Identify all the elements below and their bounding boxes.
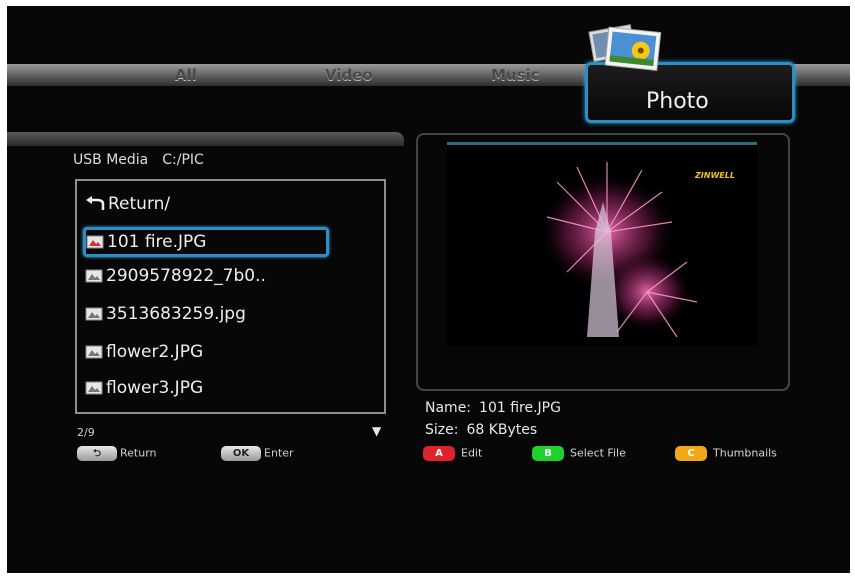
return-key-icon: ⮌	[77, 446, 117, 461]
file-list[interactable]: Return/ 101 fire.JPG 2909578922_7b0.. 35…	[75, 179, 386, 414]
c-key-icon: C	[675, 446, 707, 461]
file-size-line: Size: 68 KBytes	[425, 422, 537, 438]
path-label: C:/PIC	[162, 152, 204, 168]
thumbnails-button[interactable]: C Thumbnails	[675, 446, 777, 461]
page-counter: 2/9	[77, 426, 95, 439]
file-panel-header	[7, 132, 404, 146]
list-item-selected[interactable]: 101 fire.JPG	[83, 227, 329, 257]
list-item[interactable]: flower3.JPG	[85, 373, 203, 403]
list-item[interactable]: 2909578922_7b0..	[85, 261, 266, 291]
tab-all[interactable]: All	[175, 64, 197, 86]
list-item-label: Return/	[108, 194, 171, 214]
photo-stack-icon	[588, 24, 662, 71]
edit-button[interactable]: A Edit	[423, 446, 482, 461]
return-hint: ⮌ Return	[77, 446, 157, 461]
b-key-icon: B	[532, 446, 564, 461]
list-item-label: 101 fire.JPG	[107, 232, 207, 252]
photo-file-icon	[86, 235, 104, 249]
preview-image: ZINWELL	[447, 142, 757, 346]
photo-file-icon	[85, 307, 103, 321]
list-item[interactable]: 3513683259.jpg	[85, 299, 246, 329]
thumbnails-button-label: Thumbnails	[713, 446, 777, 460]
file-name-line: Name: 101 fire.JPG	[425, 400, 561, 416]
ok-hint-label: Enter	[264, 446, 294, 460]
size-label: Size:	[425, 422, 459, 438]
tab-photo-label: Photo	[646, 89, 709, 114]
name-value: 101 fire.JPG	[479, 400, 561, 416]
photo-file-icon	[85, 381, 103, 395]
list-item-return[interactable]: Return/	[85, 189, 170, 219]
photo-file-icon	[85, 269, 103, 283]
list-item-label: 2909578922_7b0..	[106, 266, 266, 286]
scroll-down-icon[interactable]: ▼	[372, 424, 381, 438]
list-item-label: 3513683259.jpg	[106, 304, 246, 324]
list-item-label: flower2.JPG	[106, 342, 204, 362]
a-key-icon: A	[423, 446, 455, 461]
name-label: Name:	[425, 400, 472, 416]
preview-caption-bar	[416, 356, 790, 391]
ok-hint: OK Enter	[221, 446, 294, 461]
size-value: 68 KBytes	[466, 422, 538, 438]
select-file-button[interactable]: B Select File	[532, 446, 626, 461]
ok-key-icon: OK	[221, 446, 261, 461]
edit-button-label: Edit	[461, 446, 483, 460]
list-item-label: flower3.JPG	[106, 378, 204, 398]
photo-file-icon	[85, 345, 103, 359]
return-arrow-icon	[86, 196, 105, 210]
media-browser-screen: All Video Music Photo USB Media C:/PIC Re…	[7, 6, 850, 573]
tab-music[interactable]: Music	[491, 64, 540, 86]
return-hint-label: Return	[120, 446, 157, 460]
tab-video[interactable]: Video	[325, 64, 373, 86]
preview-watermark: ZINWELL	[694, 171, 735, 180]
list-item[interactable]: flower2.JPG	[85, 337, 203, 367]
device-label: USB Media	[73, 152, 149, 168]
breadcrumb: USB Media C:/PIC	[73, 152, 218, 168]
select-file-button-label: Select File	[570, 446, 626, 460]
